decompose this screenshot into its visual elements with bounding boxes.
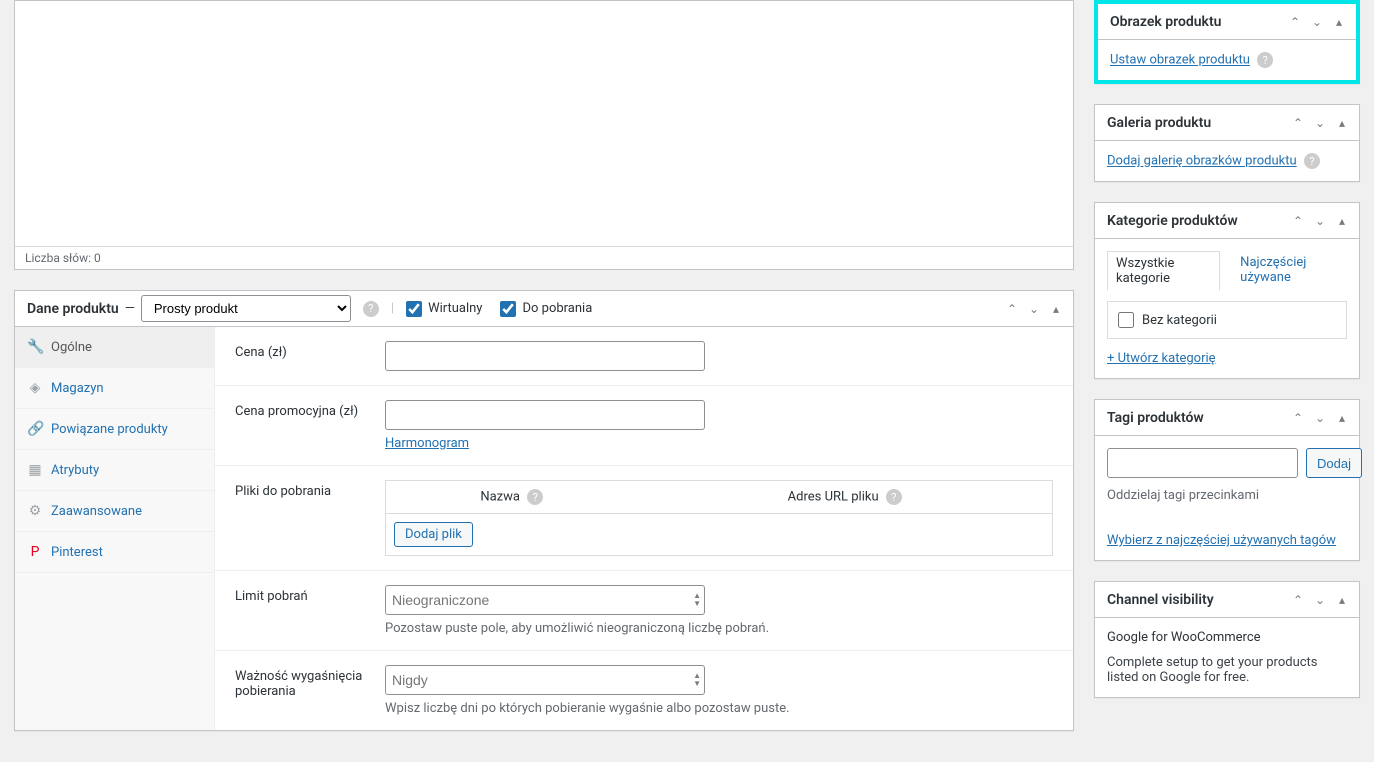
downloads-label: Pliki do pobrania	[235, 480, 385, 556]
virtual-checkbox-label[interactable]: Wirtualny	[406, 301, 482, 317]
toggle-icon[interactable]: ▴	[1333, 411, 1351, 425]
inventory-icon: ◈	[27, 380, 43, 396]
schedule-link[interactable]: Harmonogram	[385, 436, 469, 451]
tags-title: Tagi produktów	[1095, 402, 1216, 434]
move-up-icon[interactable]: ⌃	[1289, 116, 1307, 130]
downloadable-checkbox[interactable]	[500, 301, 516, 317]
col-url: Adres URL pliku ?	[638, 481, 1053, 514]
general-panel: Cena (zł) Cena promocyjna (zł) Harmonogr…	[215, 327, 1073, 730]
add-category-link[interactable]: + Utwórz kategorię	[1107, 351, 1216, 366]
category-checkbox[interactable]	[1118, 312, 1134, 328]
help-icon[interactable]: ?	[527, 489, 543, 505]
move-down-icon[interactable]: ⌄	[1308, 15, 1326, 29]
product-data-tabs: 🔧Ogólne ◈Magazyn 🔗Powiązane produkty ▦At…	[15, 327, 215, 730]
price-label: Cena (zł)	[235, 341, 385, 371]
popular-tags-link[interactable]: Wybierz z najczęściej używanych tagów	[1107, 533, 1347, 548]
product-data-header: Dane produktu — Prosty produkt ? | Wirtu…	[15, 291, 1073, 327]
limit-desc: Pozostaw puste pole, aby umożliwić nieog…	[385, 621, 1053, 636]
product-data-title: Dane produktu	[27, 301, 119, 317]
help-icon[interactable]: ?	[363, 301, 379, 317]
sale-price-label: Cena promocyjna (zł)	[235, 400, 385, 451]
expiry-desc: Wpisz liczbę dni po których pobieranie w…	[385, 701, 1053, 716]
help-icon[interactable]: ?	[1257, 52, 1273, 68]
description-editor: Liczba słów: 0	[14, 0, 1074, 270]
toggle-icon[interactable]: ▴	[1333, 593, 1351, 607]
move-down-icon[interactable]: ⌄	[1311, 214, 1329, 228]
col-name: Nazwa ?	[386, 481, 638, 514]
tab-linked[interactable]: 🔗Powiązane produkty	[15, 409, 214, 450]
product-categories-postbox: Kategorie produktów ⌃ ⌄ ▴ Wszystkie kate…	[1094, 202, 1360, 379]
editor-content[interactable]	[15, 1, 1073, 246]
move-up-icon[interactable]: ⌃	[1286, 15, 1304, 29]
tab-inventory[interactable]: ◈Magazyn	[15, 368, 214, 409]
limit-label: Limit pobrań	[235, 585, 385, 636]
move-down-icon[interactable]: ⌄	[1311, 411, 1329, 425]
product-data-postbox: Dane produktu — Prosty produkt ? | Wirtu…	[14, 290, 1074, 731]
tag-hint: Oddzielaj tagi przecinkami	[1107, 488, 1347, 503]
download-expiry-input[interactable]	[385, 665, 705, 695]
downloads-table: Nazwa ? Adres URL pliku ? Dodaj plik	[385, 480, 1053, 556]
move-down-icon[interactable]: ⌄	[1025, 302, 1043, 316]
link-icon: 🔗	[27, 421, 43, 437]
help-icon[interactable]: ?	[886, 489, 902, 505]
move-up-icon[interactable]: ⌃	[1289, 593, 1307, 607]
move-up-icon[interactable]: ⌃	[1289, 214, 1307, 228]
channel-subtitle: Google for WooCommerce	[1107, 630, 1347, 645]
toggle-icon[interactable]: ▴	[1333, 116, 1351, 130]
pinterest-icon: P	[27, 544, 43, 560]
tag-input[interactable]	[1107, 448, 1298, 478]
toggle-icon[interactable]: ▴	[1047, 302, 1065, 316]
toggle-icon[interactable]: ▴	[1330, 15, 1348, 29]
set-product-image-link[interactable]: Ustaw obrazek produktu	[1110, 53, 1250, 68]
product-type-select[interactable]: Prosty produkt	[141, 295, 351, 322]
wrench-icon: 🔧	[27, 339, 43, 355]
add-file-button[interactable]: Dodaj plik	[394, 522, 473, 547]
product-image-postbox: Obrazek produktu ⌃ ⌄ ▴ Ustaw obrazek pro…	[1094, 0, 1360, 84]
cat-tab-all[interactable]: Wszystkie kategorie	[1107, 251, 1220, 291]
download-limit-input[interactable]	[385, 585, 705, 615]
move-down-icon[interactable]: ⌄	[1311, 116, 1329, 130]
product-gallery-title: Galeria produktu	[1095, 107, 1223, 139]
product-image-title: Obrazek produktu	[1098, 6, 1233, 38]
channel-visibility-postbox: Channel visibility ⌃ ⌄ ▴ Google for WooC…	[1094, 581, 1360, 698]
gear-icon: ⚙	[27, 503, 43, 519]
tab-advanced[interactable]: ⚙Zaawansowane	[15, 491, 214, 532]
product-gallery-postbox: Galeria produktu ⌃ ⌄ ▴ Dodaj galerię obr…	[1094, 104, 1360, 182]
price-input[interactable]	[385, 341, 705, 371]
channel-title: Channel visibility	[1095, 584, 1226, 616]
spinner-icon[interactable]: ▲▼	[693, 672, 701, 688]
category-list: Bez kategorii	[1107, 301, 1347, 339]
add-gallery-link[interactable]: Dodaj galerię obrazków produktu	[1107, 154, 1297, 169]
category-item[interactable]: Bez kategorii	[1118, 312, 1336, 328]
help-icon[interactable]: ?	[1304, 153, 1320, 169]
tab-pinterest[interactable]: PPinterest	[15, 532, 214, 573]
product-tags-postbox: Tagi produktów ⌃ ⌄ ▴ Dodaj Oddzielaj tag…	[1094, 399, 1360, 561]
cat-tab-popular[interactable]: Najczęściej używane	[1232, 251, 1347, 291]
sale-price-input[interactable]	[385, 400, 705, 430]
attributes-icon: ▦	[27, 462, 43, 478]
add-tag-button[interactable]: Dodaj	[1306, 448, 1362, 478]
virtual-checkbox[interactable]	[406, 301, 422, 317]
word-count: Liczba słów: 0	[15, 246, 1073, 269]
toggle-icon[interactable]: ▴	[1333, 214, 1351, 228]
downloadable-checkbox-label[interactable]: Do pobrania	[500, 301, 592, 317]
tab-general[interactable]: 🔧Ogólne	[15, 327, 214, 368]
expiry-label: Ważność wygaśnięcia pobierania	[235, 665, 385, 716]
move-up-icon[interactable]: ⌃	[1003, 302, 1021, 316]
move-up-icon[interactable]: ⌃	[1289, 411, 1307, 425]
move-down-icon[interactable]: ⌄	[1311, 593, 1329, 607]
channel-desc: Complete setup to get your products list…	[1107, 655, 1347, 685]
spinner-icon[interactable]: ▲▼	[693, 592, 701, 608]
categories-title: Kategorie produktów	[1095, 205, 1250, 237]
tab-attributes[interactable]: ▦Atrybuty	[15, 450, 214, 491]
